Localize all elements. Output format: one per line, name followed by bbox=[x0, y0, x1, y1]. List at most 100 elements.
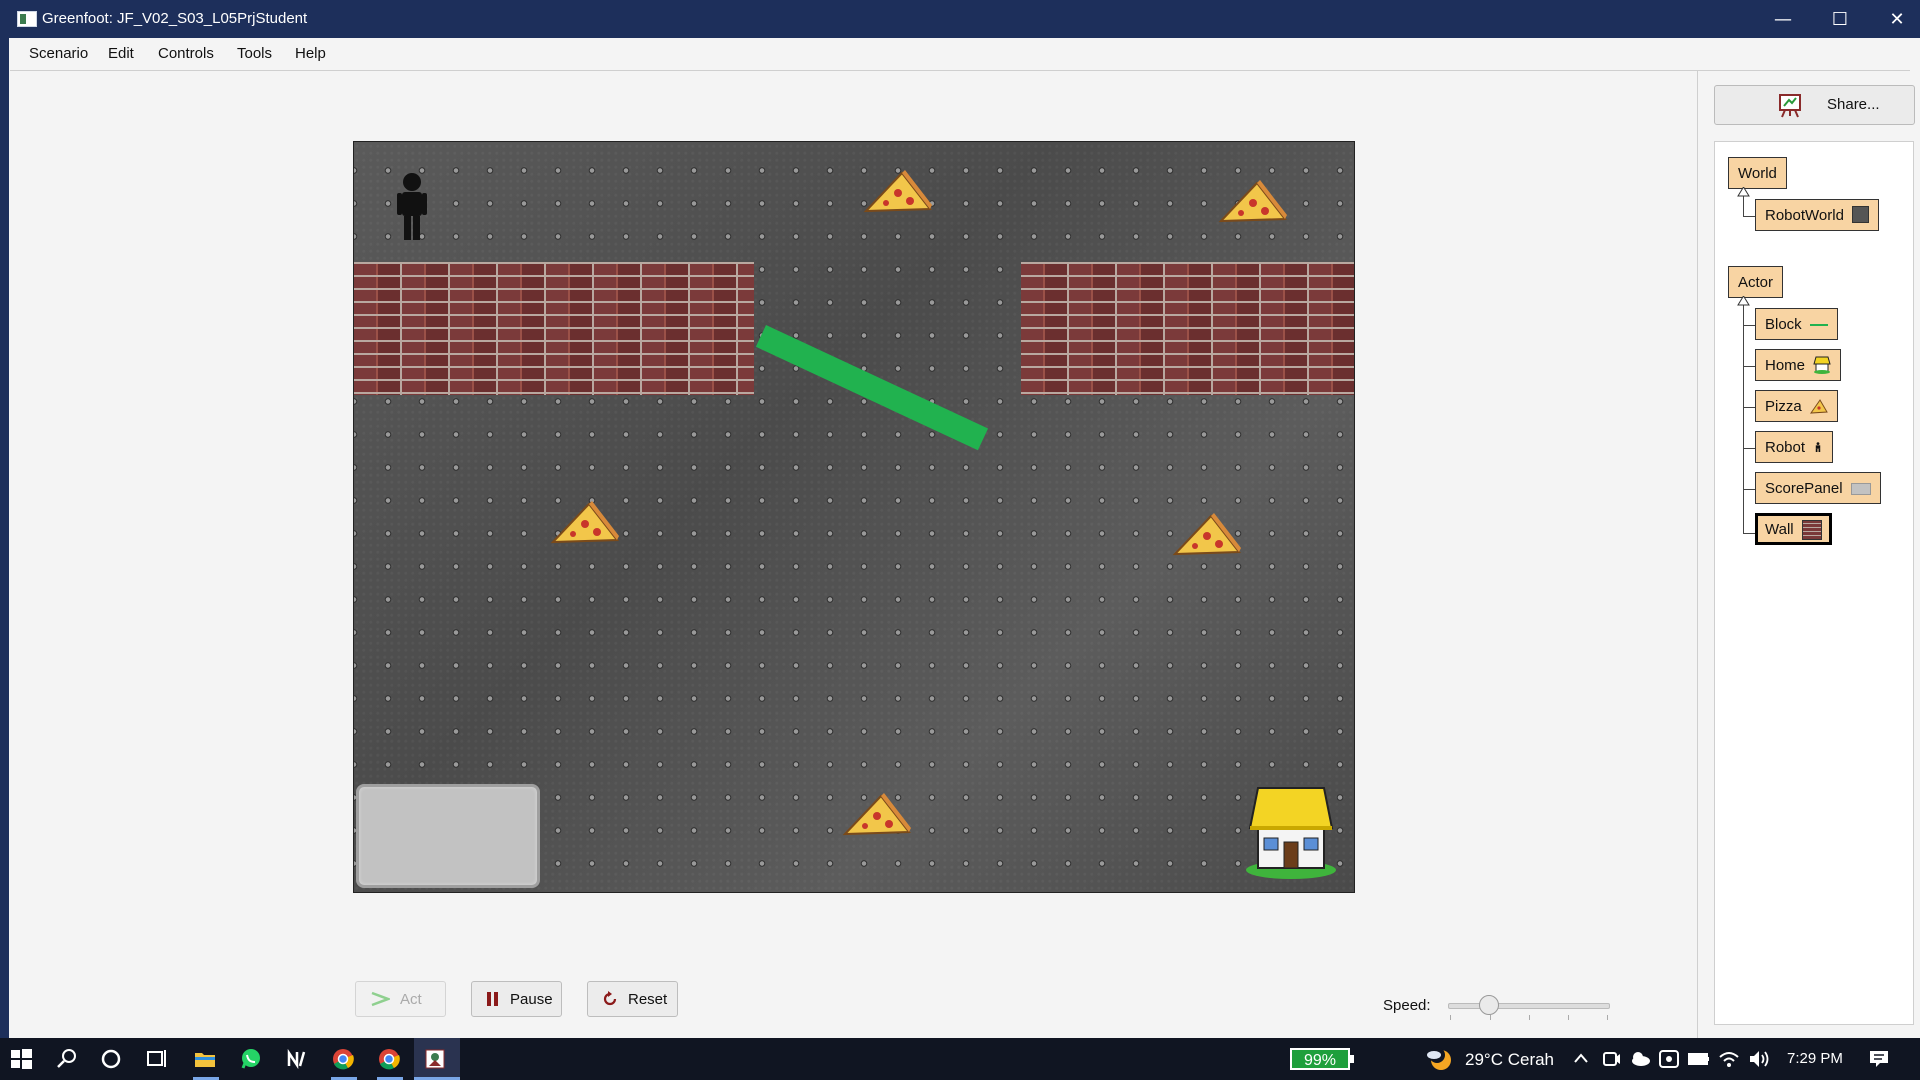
scorepanel-actor[interactable] bbox=[356, 784, 540, 888]
cortana-icon[interactable] bbox=[98, 1046, 124, 1072]
volume-icon[interactable] bbox=[1746, 1046, 1772, 1072]
class-scorepanel[interactable]: ScorePanel bbox=[1755, 472, 1881, 504]
weather-moon-icon[interactable] bbox=[1425, 1045, 1455, 1073]
class-world-label: World bbox=[1738, 165, 1777, 182]
robot-actor[interactable] bbox=[395, 172, 429, 240]
pause-icon bbox=[487, 992, 498, 1006]
pizza-actor[interactable] bbox=[1171, 510, 1243, 558]
act-button[interactable]: Act bbox=[355, 981, 446, 1017]
maximize-button[interactable]: ☐ bbox=[1812, 0, 1868, 38]
inheritance-line bbox=[1743, 407, 1755, 408]
battery-icon[interactable] bbox=[1686, 1046, 1712, 1072]
greenfoot-app-icon bbox=[17, 11, 37, 27]
close-button[interactable]: ✕ bbox=[1869, 0, 1920, 38]
reset-icon bbox=[603, 991, 617, 1006]
easel-icon bbox=[1779, 94, 1801, 118]
world-thumb-icon bbox=[1851, 206, 1869, 223]
pizza-actor[interactable] bbox=[1217, 177, 1289, 225]
world-canvas[interactable] bbox=[353, 141, 1355, 893]
block-actor[interactable] bbox=[755, 325, 989, 451]
home-actor[interactable] bbox=[1244, 784, 1338, 880]
inheritance-line bbox=[1743, 448, 1755, 449]
robot-icon bbox=[1815, 442, 1821, 452]
whatsapp-icon[interactable] bbox=[238, 1046, 264, 1072]
inheritance-arrow-icon bbox=[1737, 296, 1750, 306]
wifi-icon[interactable] bbox=[1716, 1046, 1742, 1072]
wall-icon bbox=[1801, 520, 1822, 540]
speed-tick bbox=[1607, 1015, 1608, 1020]
system-clock[interactable]: 7:29 PM bbox=[1787, 1050, 1843, 1067]
search-icon[interactable] bbox=[54, 1046, 80, 1072]
windows-taskbar: 99% 29°C Cerah 7:29 PM bbox=[0, 1038, 1920, 1080]
weather-text[interactable]: 29°C Cerah bbox=[1465, 1050, 1554, 1070]
class-block-label: Block bbox=[1765, 316, 1802, 333]
inheritance-line bbox=[1743, 489, 1755, 490]
wall-actor-right[interactable] bbox=[1021, 262, 1354, 395]
speed-slider-thumb[interactable] bbox=[1478, 995, 1499, 1015]
chrome-icon[interactable] bbox=[376, 1046, 402, 1072]
wall-actor-left[interactable] bbox=[354, 262, 754, 395]
notion-icon[interactable] bbox=[284, 1046, 310, 1072]
inheritance-line bbox=[1743, 366, 1755, 367]
pizza-actor[interactable] bbox=[549, 498, 621, 546]
speed-tick bbox=[1568, 1015, 1569, 1020]
task-view-icon[interactable] bbox=[143, 1046, 169, 1072]
pizza-actor[interactable] bbox=[862, 167, 934, 215]
class-scorepanel-label: ScorePanel bbox=[1765, 480, 1843, 497]
pizza-icon bbox=[1809, 399, 1828, 414]
app-tray-icon[interactable] bbox=[1656, 1046, 1682, 1072]
class-block[interactable]: Block bbox=[1755, 308, 1838, 340]
menu-edit[interactable]: Edit bbox=[108, 45, 134, 62]
share-label: Share... bbox=[1827, 96, 1880, 113]
pause-button[interactable]: Pause bbox=[471, 981, 562, 1017]
window-edge bbox=[0, 38, 9, 1038]
menu-scenario[interactable]: Scenario bbox=[29, 45, 88, 62]
home-icon bbox=[1813, 356, 1831, 374]
class-world[interactable]: World bbox=[1728, 157, 1787, 189]
class-pizza[interactable]: Pizza bbox=[1755, 390, 1838, 422]
pause-label: Pause bbox=[510, 990, 553, 1008]
pizza-actor[interactable] bbox=[841, 790, 913, 838]
speed-tick bbox=[1450, 1015, 1451, 1020]
inheritance-line bbox=[1743, 298, 1744, 534]
class-home[interactable]: Home bbox=[1755, 349, 1842, 381]
speed-tick bbox=[1529, 1015, 1530, 1020]
class-actor[interactable]: Actor bbox=[1728, 266, 1784, 298]
class-actor-label: Actor bbox=[1738, 274, 1774, 291]
chrome-icon[interactable] bbox=[330, 1046, 356, 1072]
window-title: Greenfoot: JF_V02_S03_L05PrjStudent bbox=[42, 10, 308, 27]
greenfoot-icon[interactable] bbox=[422, 1046, 448, 1072]
class-wall[interactable]: Wall bbox=[1755, 513, 1832, 545]
title-bar: Greenfoot: JF_V02_S03_L05PrjStudent — ☐ … bbox=[0, 0, 1920, 38]
reset-button[interactable]: Reset bbox=[587, 981, 678, 1017]
notification-icon[interactable] bbox=[1866, 1046, 1892, 1072]
class-pizza-label: Pizza bbox=[1765, 398, 1802, 415]
windows-start-icon[interactable] bbox=[8, 1046, 34, 1072]
speed-slider-track[interactable] bbox=[1448, 1003, 1610, 1009]
share-button[interactable]: Share... bbox=[1714, 85, 1915, 125]
menu-controls[interactable]: Controls bbox=[158, 45, 214, 62]
meet-now-icon[interactable] bbox=[1598, 1046, 1624, 1072]
inheritance-line bbox=[1743, 216, 1755, 217]
class-robotworld-label: RobotWorld bbox=[1765, 207, 1844, 224]
speed-label: Speed: bbox=[1383, 997, 1431, 1014]
menu-help[interactable]: Help bbox=[295, 45, 326, 62]
battery-indicator[interactable]: 99% bbox=[1290, 1048, 1354, 1070]
scorepanel-icon bbox=[1850, 483, 1871, 495]
inheritance-arrow-icon bbox=[1737, 187, 1750, 197]
act-arrow-icon bbox=[371, 991, 390, 1007]
block-line-icon bbox=[1809, 324, 1828, 326]
onedrive-icon[interactable] bbox=[1627, 1046, 1653, 1072]
class-robot[interactable]: Robot bbox=[1755, 431, 1834, 463]
menu-tools[interactable]: Tools bbox=[237, 45, 272, 62]
class-robot-label: Robot bbox=[1765, 439, 1806, 456]
reset-label: Reset bbox=[628, 990, 668, 1008]
chevron-up-icon[interactable] bbox=[1568, 1046, 1594, 1072]
inheritance-line bbox=[1743, 325, 1755, 326]
act-label: Act bbox=[400, 990, 422, 1008]
file-explorer-icon[interactable] bbox=[192, 1046, 218, 1072]
panel-divider bbox=[1697, 70, 1698, 1038]
class-robotworld[interactable]: RobotWorld bbox=[1755, 199, 1879, 231]
menu-bar: Scenario Edit Controls Tools Help bbox=[10, 38, 1910, 71]
minimize-button[interactable]: — bbox=[1755, 0, 1811, 38]
